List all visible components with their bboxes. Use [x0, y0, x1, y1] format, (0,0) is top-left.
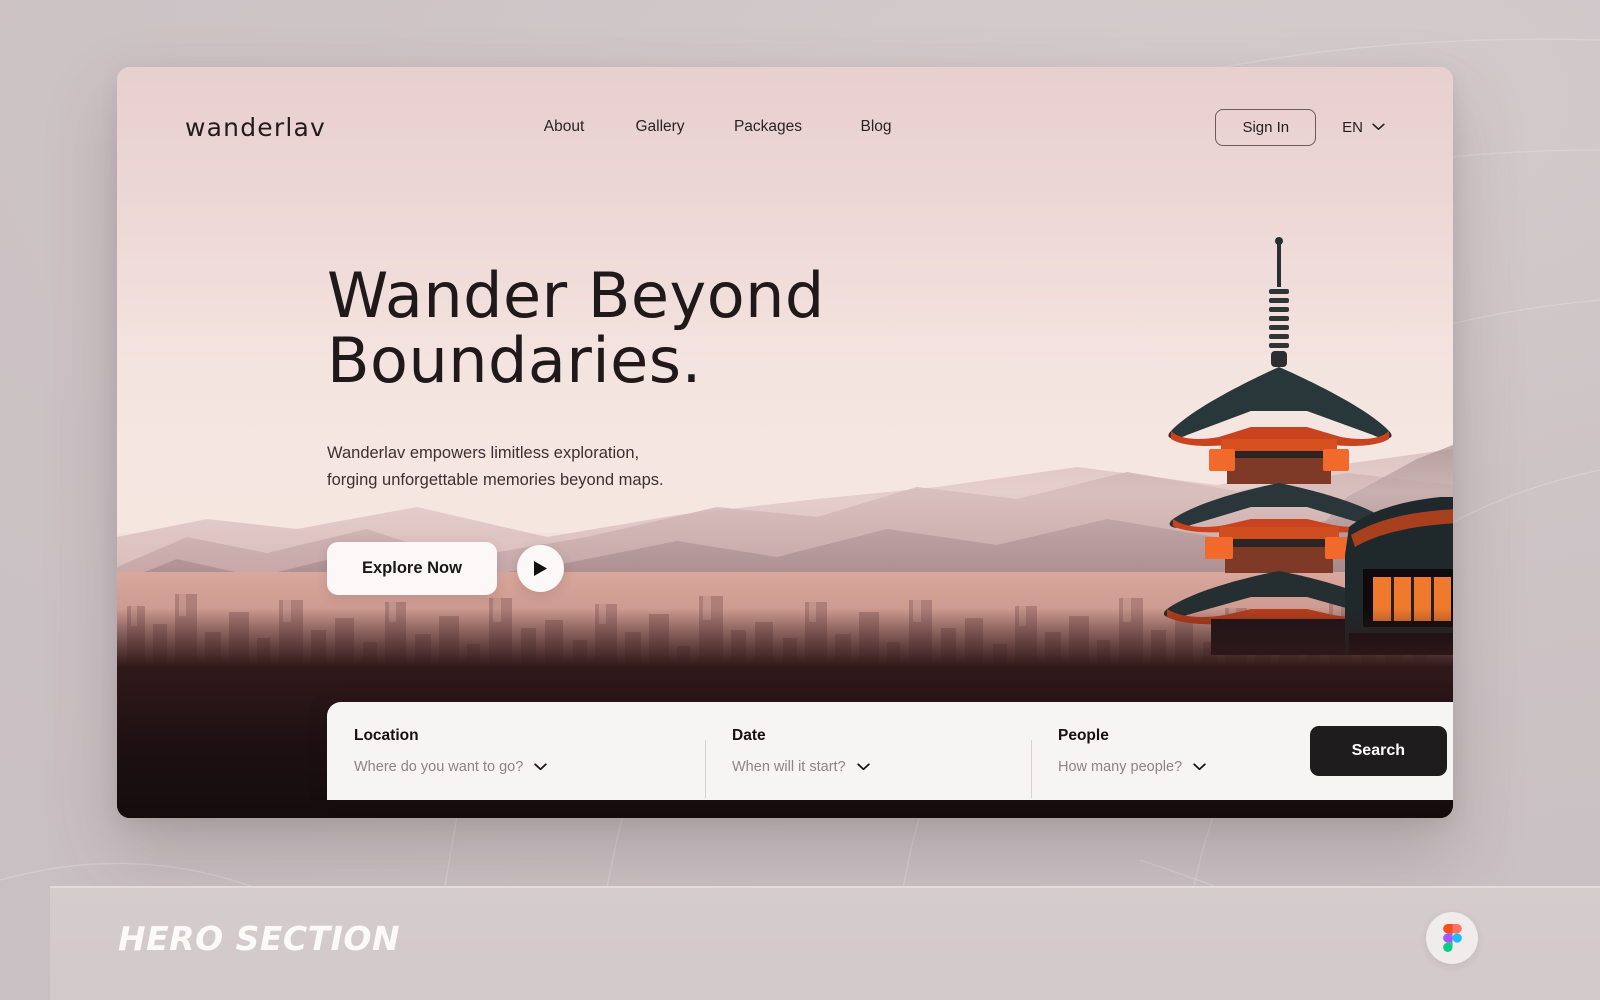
language-selector[interactable]: EN: [1342, 119, 1385, 136]
figma-logo-icon: [1442, 924, 1462, 952]
location-select[interactable]: Where do you want to go?: [354, 759, 705, 775]
chevron-down-icon: [1193, 763, 1206, 771]
location-label: Location: [354, 727, 419, 744]
nav-link-about[interactable]: About: [516, 112, 612, 142]
language-label: EN: [1342, 118, 1363, 136]
search-field-location: Location Where do you want to go?: [327, 727, 705, 775]
brand-name: wanderlav: [185, 112, 327, 142]
nav-link-blog[interactable]: Blog: [828, 112, 924, 142]
sign-in-button[interactable]: Sign In: [1215, 108, 1317, 146]
hero-content: Wander Beyond Boundaries. Wanderlav empo…: [327, 263, 825, 595]
nav-actions: Sign In EN: [1215, 108, 1385, 146]
chevron-down-icon: [856, 763, 870, 771]
search-panel: Location Where do you want to go? Date W…: [327, 702, 1453, 800]
play-icon: [533, 560, 547, 576]
search-button[interactable]: Search: [1309, 726, 1447, 776]
page-title: Wander Beyond Boundaries.: [327, 259, 825, 398]
nav-links: About Gallery Packages Blog: [516, 112, 924, 142]
top-navigation: wanderlav About Gallery Packages Blog Si…: [117, 67, 1453, 187]
date-select[interactable]: When will it start?: [732, 759, 1031, 775]
chevron-down-icon: [1372, 123, 1385, 131]
date-label: Date: [732, 727, 766, 744]
hero-actions: Explore Now: [327, 541, 825, 595]
section-title: HERO SECTION: [118, 919, 401, 958]
hero-card: wanderlav About Gallery Packages Blog Si…: [117, 67, 1453, 818]
nav-link-packages[interactable]: Packages: [708, 112, 828, 142]
people-label: People: [1058, 727, 1109, 744]
chevron-down-icon: [534, 763, 548, 771]
search-field-date: Date When will it start?: [705, 727, 1031, 798]
people-placeholder: How many people?: [1058, 759, 1183, 775]
hero-subtext: Wanderlav empowers limitless exploration…: [327, 444, 664, 489]
date-placeholder: When will it start?: [732, 759, 846, 775]
search-field-people: People How many people?: [1031, 727, 1297, 798]
brand-logo[interactable]: wanderlav: [185, 113, 326, 142]
section-label-band: HERO SECTION: [50, 886, 1600, 1000]
nav-link-gallery[interactable]: Gallery: [612, 112, 708, 142]
explore-now-button[interactable]: Explore Now: [327, 541, 497, 595]
location-placeholder: Where do you want to go?: [354, 759, 524, 775]
figma-badge[interactable]: [1426, 912, 1478, 964]
play-video-button[interactable]: [516, 544, 564, 592]
people-select[interactable]: How many people?: [1058, 759, 1297, 775]
